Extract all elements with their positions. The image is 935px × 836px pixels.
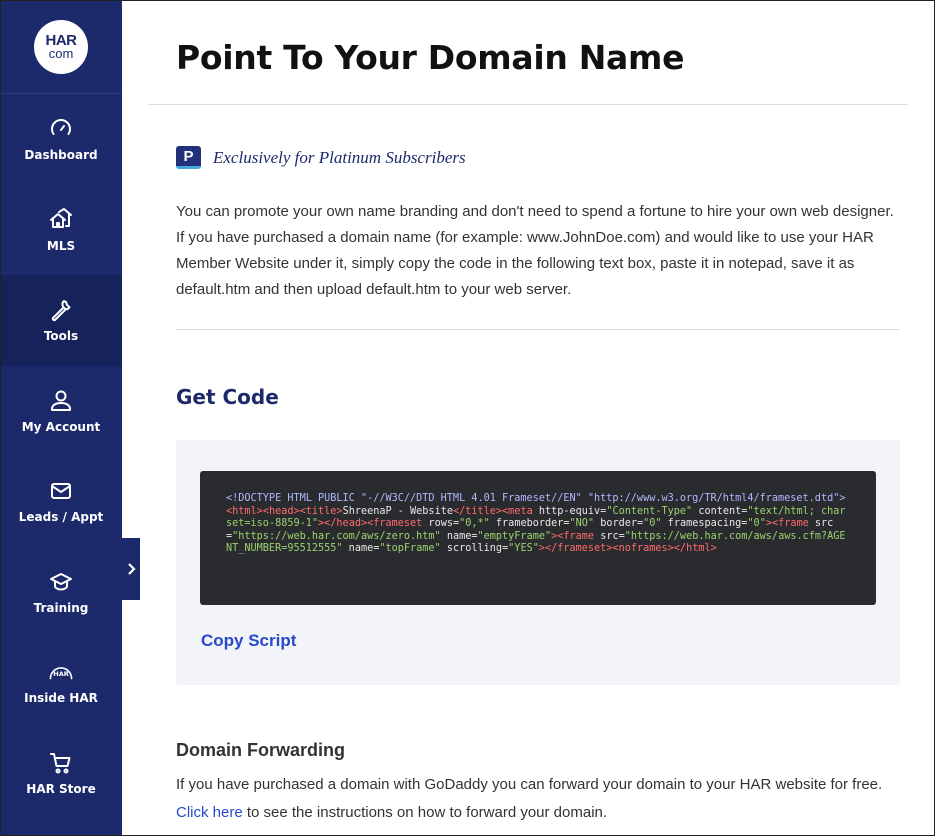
code-tag: <frame [557, 530, 595, 542]
code-tag: </head> [324, 518, 368, 529]
code-tag: <title> [299, 505, 343, 517]
user-icon [48, 388, 74, 414]
code-attr: name= [440, 530, 478, 542]
sidebar-item-har-store[interactable]: HAR Store [0, 728, 122, 819]
code-text: ShreenaP - Website [342, 505, 453, 517]
platinum-badge-row: P Exclusively for Platinum Subscribers [176, 146, 466, 169]
code-string: "NO" [569, 518, 595, 529]
code-string: "https://web.har.com/aws/zero.htm" [232, 530, 441, 542]
logo-line2: com [48, 46, 74, 61]
code-tag: </title> [452, 505, 503, 517]
window-border [0, 0, 935, 836]
code-doctype: <!DOCTYPE HTML PUBLIC "-//W3C//DTD HTML … [226, 493, 846, 504]
code-string: "0" [643, 518, 662, 529]
copy-script-button[interactable]: Copy Script [201, 631, 296, 651]
sidebar-item-label: Training [33, 600, 89, 615]
code-attr: frameborder= [489, 518, 570, 529]
svg-text:HAR: HAR [53, 670, 68, 678]
code-attr: content= [692, 505, 748, 517]
code-attr: name= [342, 543, 380, 554]
code-string: "0,*" [459, 518, 490, 529]
divider [148, 104, 908, 105]
code-attr: scrolling= [440, 543, 509, 554]
sidebar-item-mls[interactable]: MLS [0, 185, 122, 276]
domain-forwarding-title: Domain Forwarding [176, 740, 346, 760]
sidebar: HAR com Dashboard MLS Tools My Account L… [0, 0, 122, 836]
wrench-icon [48, 297, 74, 323]
sidebar-item-training[interactable]: Training [0, 547, 122, 638]
logo-area: HAR com [0, 0, 122, 94]
code-attr: border= [594, 518, 644, 529]
sidebar-item-label: My Account [21, 419, 101, 434]
code-attr: framespacing= [661, 518, 748, 529]
graduation-cap-icon [48, 569, 74, 595]
page-title: Point To Your Domain Name [176, 38, 685, 77]
dashboard-gauge-icon [48, 116, 74, 142]
code-tag: <meta [502, 505, 533, 517]
sidebar-collapse-button[interactable] [122, 538, 140, 600]
sidebar-item-label: Leads / Appt [18, 510, 104, 525]
sidebar-item-label: MLS [46, 238, 76, 253]
sidebar-item-dashboard[interactable]: Dashboard [0, 94, 122, 185]
har-logo[interactable]: HAR com [34, 19, 88, 74]
sidebar-item-leads-appt[interactable]: Leads / Appt [0, 456, 122, 547]
sidebar-item-tools[interactable]: Tools [0, 275, 122, 366]
code-string: "YES" [508, 543, 539, 554]
chevron-right-icon [128, 563, 136, 575]
sidebar-item-my-account[interactable]: My Account [0, 366, 122, 457]
code-string: "topFrame" [379, 543, 441, 554]
houses-icon [48, 207, 74, 233]
code-attr: http-equiv= [532, 505, 607, 517]
code-tag: <head> [262, 505, 300, 517]
sidebar-item-label: Tools [43, 329, 79, 344]
intro-text: You can promote your own name branding a… [176, 203, 894, 298]
code-panel: <!DOCTYPE HTML PUBLIC "-//W3C//DTD HTML … [176, 440, 900, 685]
click-here-link[interactable]: Click here [176, 804, 243, 821]
code-tag: <frame [771, 518, 809, 529]
code-textbox[interactable]: <!DOCTYPE HTML PUBLIC "-//W3C//DTD HTML … [200, 471, 876, 605]
forwarding-text-after: to see the instructions on how to forwar… [242, 804, 608, 821]
envelope-icon [48, 478, 74, 504]
sidebar-item-label: Dashboard [24, 148, 98, 163]
code-attr: rows= [422, 518, 460, 529]
code-tag: </html> [673, 543, 717, 554]
code-tag: <frameset [367, 518, 423, 529]
platinum-badge-icon: P [176, 146, 201, 169]
code-string: "0" [747, 518, 766, 529]
sidebar-item-label: Inside HAR [24, 691, 98, 706]
code-tag: <noframes> [612, 543, 674, 554]
get-code-title: Get Code [176, 385, 279, 409]
code-string: "emptyFrame" [477, 530, 552, 542]
divider [176, 329, 900, 330]
code-string: "Content-Type" [606, 505, 693, 517]
code-tag: </frameset> [544, 543, 613, 554]
platinum-badge-text: Exclusively for Platinum Subscribers [213, 147, 466, 167]
code-tag: <html> [226, 505, 263, 517]
domain-forwarding-text: If you have purchased a domain with GoDa… [176, 771, 906, 827]
sidebar-item-label: HAR Store [26, 781, 96, 796]
har-badge-icon: HAR [48, 659, 74, 685]
code-attr: src= [594, 530, 625, 542]
sidebar-item-inside-har[interactable]: HAR Inside HAR [0, 637, 122, 728]
shopping-cart-icon [48, 750, 74, 776]
forwarding-text-before: If you have purchased a domain with GoDa… [176, 776, 883, 793]
